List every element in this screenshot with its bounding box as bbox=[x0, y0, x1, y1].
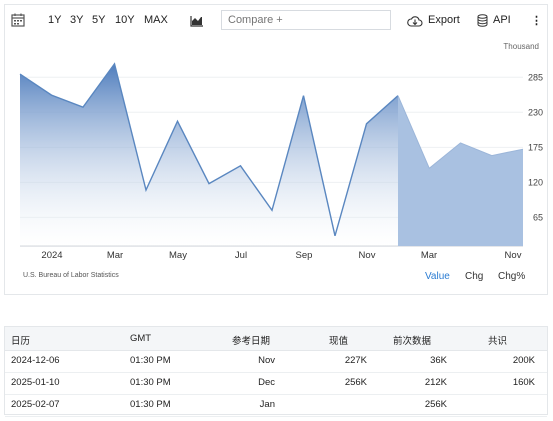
cell-consensus: 160K bbox=[512, 377, 535, 388]
area-chart: 65 120 175 230 285 2024 Mar May Jul Sep Nov Mar Nov bbox=[19, 62, 543, 261]
mode-chg[interactable]: Chg bbox=[465, 271, 483, 282]
table-row: 2025-02-07 01:30 PM Jan 256K bbox=[5, 394, 547, 417]
cell-previous: 256K bbox=[424, 399, 447, 410]
cell-date: 2025-01-10 bbox=[11, 377, 60, 388]
forecast-area bbox=[398, 95, 523, 246]
cell-reference: Nov bbox=[258, 355, 275, 366]
header-reference: 参考日期 bbox=[232, 336, 271, 347]
cell-date: 2025-02-07 bbox=[11, 399, 60, 410]
cell-actual: 256K bbox=[344, 377, 367, 388]
y-tick-label: 285 bbox=[528, 72, 543, 82]
cell-gmt: 01:30 PM bbox=[130, 355, 171, 366]
table-row: 2024-12-06 01:30 PM Nov 227K 36K 200K bbox=[5, 350, 547, 373]
y-tick-label: 65 bbox=[533, 212, 543, 222]
x-tick-label: Nov bbox=[505, 250, 522, 261]
mode-value[interactable]: Value bbox=[425, 271, 450, 282]
y-tick-label: 175 bbox=[528, 142, 543, 152]
header-consensus: 共识 bbox=[488, 336, 508, 347]
x-tick-label: Sep bbox=[296, 250, 313, 261]
cell-gmt: 01:30 PM bbox=[130, 399, 171, 410]
history-area bbox=[20, 63, 398, 247]
source-note: U.S. Bureau of Labor Statistics bbox=[23, 272, 119, 279]
mode-chg-pct[interactable]: Chg% bbox=[498, 271, 525, 282]
table-header: 日历 GMT 参考日期 现值 前次数据 共识 bbox=[5, 327, 547, 351]
x-tick-label: May bbox=[169, 250, 187, 261]
cell-date: 2024-12-06 bbox=[11, 355, 60, 366]
header-date: 日历 bbox=[11, 336, 31, 347]
cell-actual: 227K bbox=[344, 355, 367, 366]
x-tick-label: Mar bbox=[421, 250, 437, 261]
header-actual: 现值 bbox=[329, 336, 349, 347]
cell-consensus: 200K bbox=[512, 355, 535, 366]
cell-reference: Jan bbox=[259, 399, 275, 410]
chart-panel: 1Y 3Y 5Y 10Y MAX Export API ⋮ Thousand bbox=[4, 4, 548, 295]
y-axis-ticks: 65 120 175 230 285 bbox=[528, 72, 543, 222]
calendar-table: 日历 GMT 参考日期 现值 前次数据 共识 2024-12-06 01:30 P… bbox=[4, 326, 548, 417]
y-tick-label: 120 bbox=[528, 177, 543, 187]
series-areas bbox=[19, 62, 524, 247]
x-tick-label: Nov bbox=[359, 250, 376, 261]
x-tick-label: 2024 bbox=[41, 250, 62, 261]
cell-reference: Dec bbox=[258, 377, 275, 388]
x-tick-label: Mar bbox=[107, 250, 123, 261]
cell-previous: 36K bbox=[430, 355, 447, 366]
table-row: 2025-01-10 01:30 PM Dec 256K 212K 160K bbox=[5, 372, 547, 395]
x-tick-label: Jul bbox=[235, 250, 247, 261]
header-gmt: GMT bbox=[130, 333, 152, 344]
x-axis-ticks: 2024 Mar May Jul Sep Nov Mar Nov bbox=[41, 250, 521, 261]
y-tick-label: 230 bbox=[528, 107, 543, 117]
cell-previous: 212K bbox=[424, 377, 447, 388]
header-previous: 前次数据 bbox=[393, 336, 432, 347]
cell-gmt: 01:30 PM bbox=[130, 377, 171, 388]
